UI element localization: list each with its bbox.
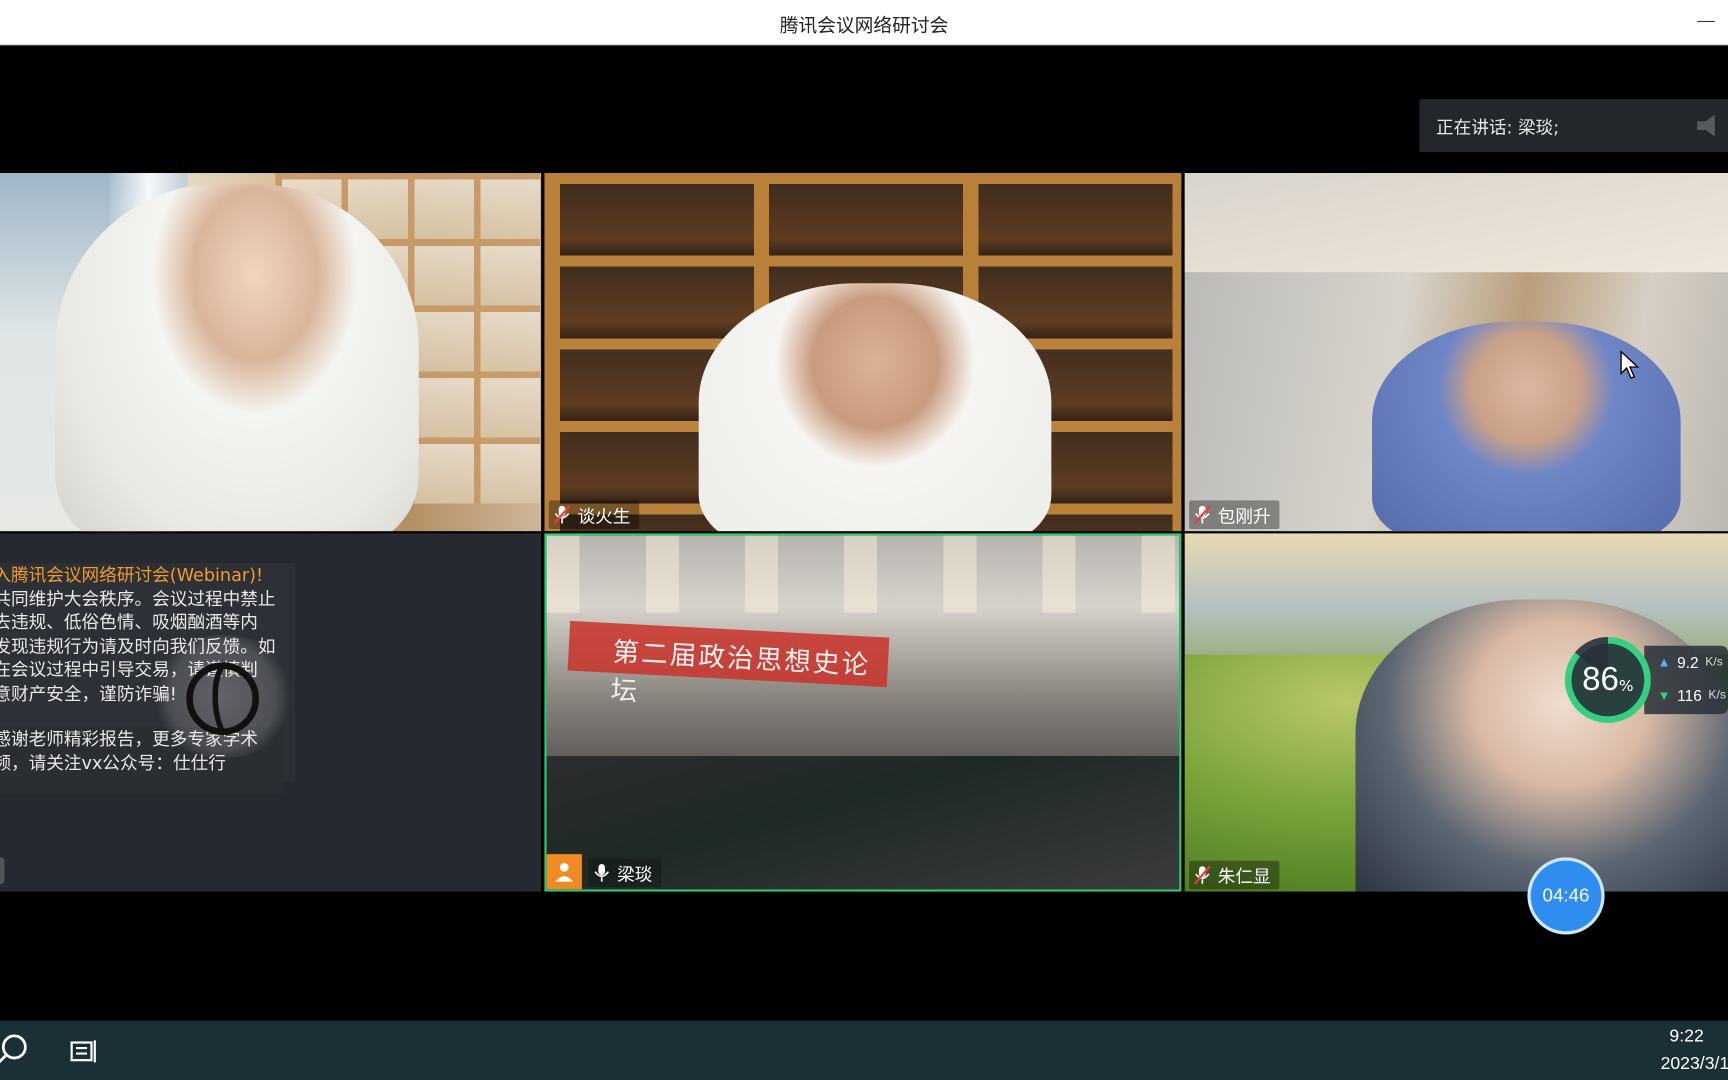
taskbar: 9:22 2023/3/18	[0, 1020, 1728, 1080]
search-icon[interactable]	[0, 1034, 33, 1067]
notice-line: 共同维护大会秩序。会议过程中禁止	[0, 587, 276, 609]
notice-line: 入腾讯会议网络研讨会(Webinar)!	[0, 564, 264, 586]
download-unit: K/s	[1708, 688, 1726, 703]
participant-video	[55, 184, 419, 532]
mouse-cursor-icon	[1620, 350, 1640, 379]
video-tile-1[interactable]	[0, 173, 542, 532]
task-view-icon[interactable]	[70, 1038, 97, 1064]
participant-name: 朱仁显	[1217, 866, 1271, 888]
minimize-icon	[1697, 20, 1715, 22]
upload-unit: K/s	[1705, 655, 1723, 669]
participant-name: 包刚升	[1217, 505, 1271, 527]
participant-name-tag: 谈火生	[548, 500, 640, 529]
participant-name-tag: 包刚升	[1189, 500, 1280, 529]
network-quality-value: 86	[1582, 661, 1619, 698]
speaking-indicator: 正在讲话: 梁琰;	[1419, 99, 1728, 153]
network-quality-percent-sign: %	[1618, 677, 1634, 696]
video-tile-3[interactable]: 包刚升	[1184, 173, 1728, 532]
mic-icon	[593, 863, 611, 883]
speaking-text: 正在讲话: 梁琰;	[1435, 116, 1560, 138]
channel-logo-watermark	[148, 634, 297, 759]
host-icon	[546, 854, 582, 890]
lanterns	[546, 535, 1180, 613]
system-clock[interactable]: 9:22 2023/3/18	[1629, 1023, 1728, 1078]
mic-muted-icon	[553, 505, 571, 525]
title-bar: 腾讯会议网络研讨会	[0, 0, 1728, 46]
drag-handle[interactable]	[0, 857, 5, 884]
upload-arrow-icon: ▲	[1657, 654, 1671, 671]
clock-time: 9:22	[1669, 1027, 1704, 1046]
video-tile-5[interactable]: 第二届政治思想史论坛 梁琰	[544, 533, 1182, 892]
window-title: 腾讯会议网络研讨会	[779, 15, 949, 38]
meeting-timer[interactable]: 04:46	[1527, 857, 1605, 935]
network-quality-inner: 86 %	[1571, 643, 1645, 717]
notice-line: 去违规、低俗色情、吸烟酗酒等内	[0, 611, 258, 633]
conference-banner: 第二届政治思想史论坛	[567, 620, 890, 707]
upload-speed: ▲ 9.2 K/s	[1644, 646, 1728, 679]
network-status-widget[interactable]: ▲ 9.2 K/s ▼ 116 K/s 86 %	[1564, 636, 1728, 725]
ceiling	[1184, 173, 1728, 273]
download-value: 116	[1677, 686, 1702, 705]
participant-name: 谈火生	[577, 505, 631, 527]
minimize-button[interactable]	[1684, 0, 1728, 44]
mic-muted-icon	[1193, 865, 1212, 885]
upload-value: 9.2	[1677, 653, 1699, 672]
conference-banner-text: 第二届政治思想史论坛	[609, 636, 872, 708]
download-speed: ▼ 116 K/s	[1644, 679, 1728, 712]
mic-muted-icon	[1193, 505, 1212, 525]
participant-name: 梁琰	[617, 864, 653, 885]
network-quality-ring: 86 %	[1564, 636, 1651, 723]
network-speeds: ▲ 9.2 K/s ▼ 116 K/s	[1644, 645, 1728, 715]
participant-name-tag: 梁琰	[588, 858, 662, 888]
download-arrow-icon: ▼	[1657, 687, 1671, 704]
video-tile-4[interactable]: 入腾讯会议网络研讨会(Webinar)! 共同维护大会秩序。会议过程中禁止 去违…	[0, 533, 542, 892]
video-tile-2[interactable]: 谈火生	[544, 173, 1182, 532]
clock-date: 2023/3/18	[1660, 1054, 1728, 1074]
speaker-icon	[1697, 114, 1715, 137]
participant-name-tag: 朱仁显	[1189, 860, 1280, 890]
participant-video	[698, 283, 1052, 532]
